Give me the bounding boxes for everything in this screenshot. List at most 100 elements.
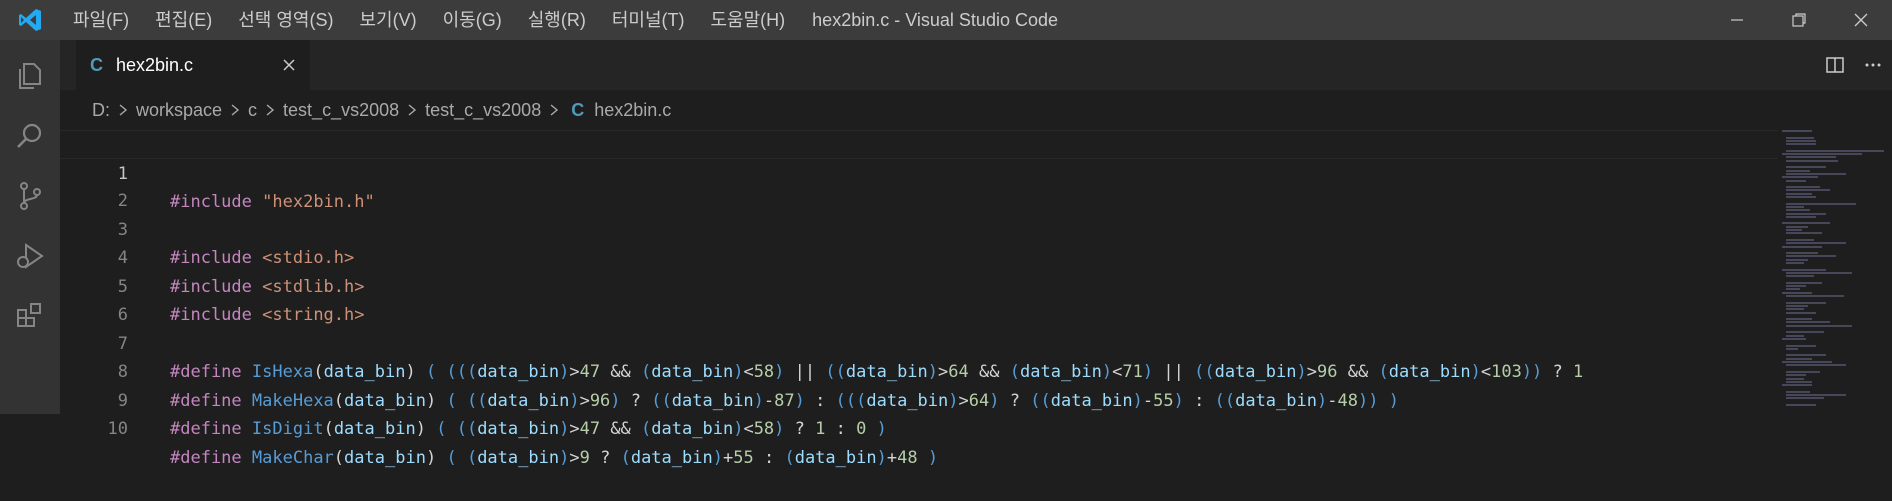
menu-help[interactable]: 도움말(H)	[698, 0, 799, 40]
code-line[interactable]: 10 #define MakeChar(data_bin) ( (data_bi…	[60, 387, 1824, 468]
minimap[interactable]	[1778, 130, 1884, 414]
code-line[interactable]: 7 #define IsHexa(data_bin) ( (((data_bin…	[60, 301, 1824, 383]
menu-edit[interactable]: 편집(E)	[142, 0, 225, 40]
minimap-line	[1786, 380, 1812, 383]
minimap-line	[1786, 357, 1812, 360]
minimap-line	[1786, 281, 1822, 284]
minimap-line	[1786, 136, 1814, 139]
split-editor-button[interactable]	[1816, 40, 1854, 90]
tab-bar: C hex2bin.c	[60, 40, 1892, 90]
menu-run[interactable]: 실행(R)	[515, 0, 599, 40]
chevron-right-icon	[265, 103, 275, 117]
menu-bar: 파일(F) 편집(E) 선택 영역(S) 보기(V) 이동(G) 실행(R) 터…	[60, 0, 798, 40]
minimap-line	[1786, 271, 1852, 274]
chevron-right-icon	[549, 103, 559, 117]
minimap-line	[1786, 149, 1884, 152]
minimap-line	[1786, 166, 1826, 169]
minimap-line	[1786, 192, 1812, 195]
menu-view[interactable]: 보기(V)	[346, 0, 429, 40]
explorer-icon[interactable]	[0, 46, 60, 106]
breadcrumb-item[interactable]: test_c_vs2008	[425, 100, 541, 121]
minimap-line	[1786, 143, 1816, 146]
minimap-line	[1782, 361, 1832, 363]
minimap-line	[1786, 394, 1846, 396]
breadcrumb-item[interactable]: test_c_vs2008	[283, 100, 399, 121]
close-window-button[interactable]	[1830, 0, 1892, 40]
minimap-line	[1786, 318, 1812, 321]
minimap-line	[1786, 377, 1804, 380]
minimap-line	[1786, 202, 1856, 205]
code-line[interactable]: 3 #include <stdio.h>	[60, 187, 1824, 269]
search-icon[interactable]	[0, 106, 60, 166]
minimize-icon	[1731, 19, 1743, 21]
code-line[interactable]: 4 #include <stdlib.h>	[60, 216, 1824, 297]
minimap-line	[1786, 238, 1814, 241]
minimap-line	[1786, 258, 1808, 261]
minimap-line	[1786, 196, 1816, 198]
c-file-icon: C	[90, 54, 103, 75]
minimize-button[interactable]	[1706, 0, 1768, 40]
editor-actions	[1816, 40, 1892, 90]
tab-label: hex2bin.c	[116, 54, 194, 75]
extensions-icon[interactable]	[0, 286, 60, 346]
minimap-line	[1786, 255, 1836, 258]
minimap-line	[1782, 268, 1826, 271]
minimap-line	[1786, 169, 1810, 172]
menu-terminal[interactable]: 터미널(T)	[599, 0, 698, 40]
breadcrumb: D: workspace c test_c_vs2008 test_c_vs20…	[60, 90, 1892, 130]
code-line[interactable]: 5 #include <string.h>	[60, 244, 1824, 326]
breadcrumb-item[interactable]: c	[248, 100, 257, 121]
ellipsis-icon	[1865, 63, 1881, 67]
chevron-right-icon	[407, 103, 417, 117]
minimap-line	[1782, 384, 1812, 387]
minimap-line	[1786, 252, 1818, 255]
code-line[interactable]: 1 #include "hex2bin.h"	[60, 130, 1824, 212]
run-debug-icon[interactable]	[0, 226, 60, 286]
minimap-line	[1786, 321, 1830, 324]
title-bar: 파일(F) 편집(E) 선택 영역(S) 보기(V) 이동(G) 실행(R) 터…	[0, 0, 1892, 40]
minimap-line	[1782, 291, 1812, 294]
minimap-line	[1782, 337, 1806, 340]
minimap-line	[1786, 285, 1806, 288]
minimap-line	[1786, 331, 1824, 334]
menu-go[interactable]: 이동(G)	[430, 0, 515, 40]
code-line[interactable]: 8 #define MakeHexa(data_bin) ( ((data_bi…	[60, 330, 1824, 411]
breadcrumb-item[interactable]: D:	[92, 100, 110, 121]
minimap-line	[1786, 172, 1846, 175]
vscode-logo-icon	[0, 0, 60, 40]
breadcrumb-file[interactable]: hex2bin.c	[594, 100, 671, 121]
minimap-line	[1786, 159, 1838, 162]
restore-button[interactable]	[1768, 0, 1830, 40]
code-line[interactable]: 9 #define IsDigit(data_bin) ( ((data_bin…	[60, 358, 1824, 440]
minimap-line	[1786, 229, 1802, 231]
minimap-line	[1786, 275, 1814, 278]
split-editor-icon	[1826, 57, 1844, 73]
minimap-line	[1786, 232, 1822, 235]
minimap-line	[1782, 176, 1818, 179]
minimap-line	[1786, 403, 1816, 406]
source-control-icon[interactable]	[0, 166, 60, 226]
line-number: 10	[107, 419, 128, 439]
code-line[interactable]: 6	[60, 273, 1824, 325]
minimap-line	[1786, 242, 1846, 245]
minimap-line	[1786, 156, 1836, 159]
minimap-line	[1786, 308, 1804, 311]
minimap-line	[1786, 212, 1826, 215]
tab-close-button[interactable]	[278, 54, 300, 76]
menu-selection[interactable]: 선택 영역(S)	[225, 0, 346, 40]
more-actions-button[interactable]	[1854, 40, 1892, 90]
code-editor[interactable]: 1 #include "hex2bin.h" 2 3 #include <std…	[60, 130, 1892, 468]
minimap-line	[1782, 130, 1812, 132]
minimap-line	[1786, 179, 1806, 182]
tab-hex2bin-c[interactable]: C hex2bin.c	[76, 40, 310, 90]
minimap-line	[1786, 344, 1816, 347]
breadcrumb-item[interactable]: workspace	[136, 100, 222, 121]
minimap-line	[1786, 295, 1844, 297]
minimap-line	[1786, 397, 1824, 400]
menu-file[interactable]: 파일(F)	[60, 0, 142, 40]
activity-bar	[0, 40, 60, 414]
minimap-line	[1786, 209, 1810, 212]
minimap-line	[1786, 189, 1830, 192]
minimap-line	[1786, 225, 1808, 228]
code-line[interactable]: 2	[60, 159, 1824, 211]
